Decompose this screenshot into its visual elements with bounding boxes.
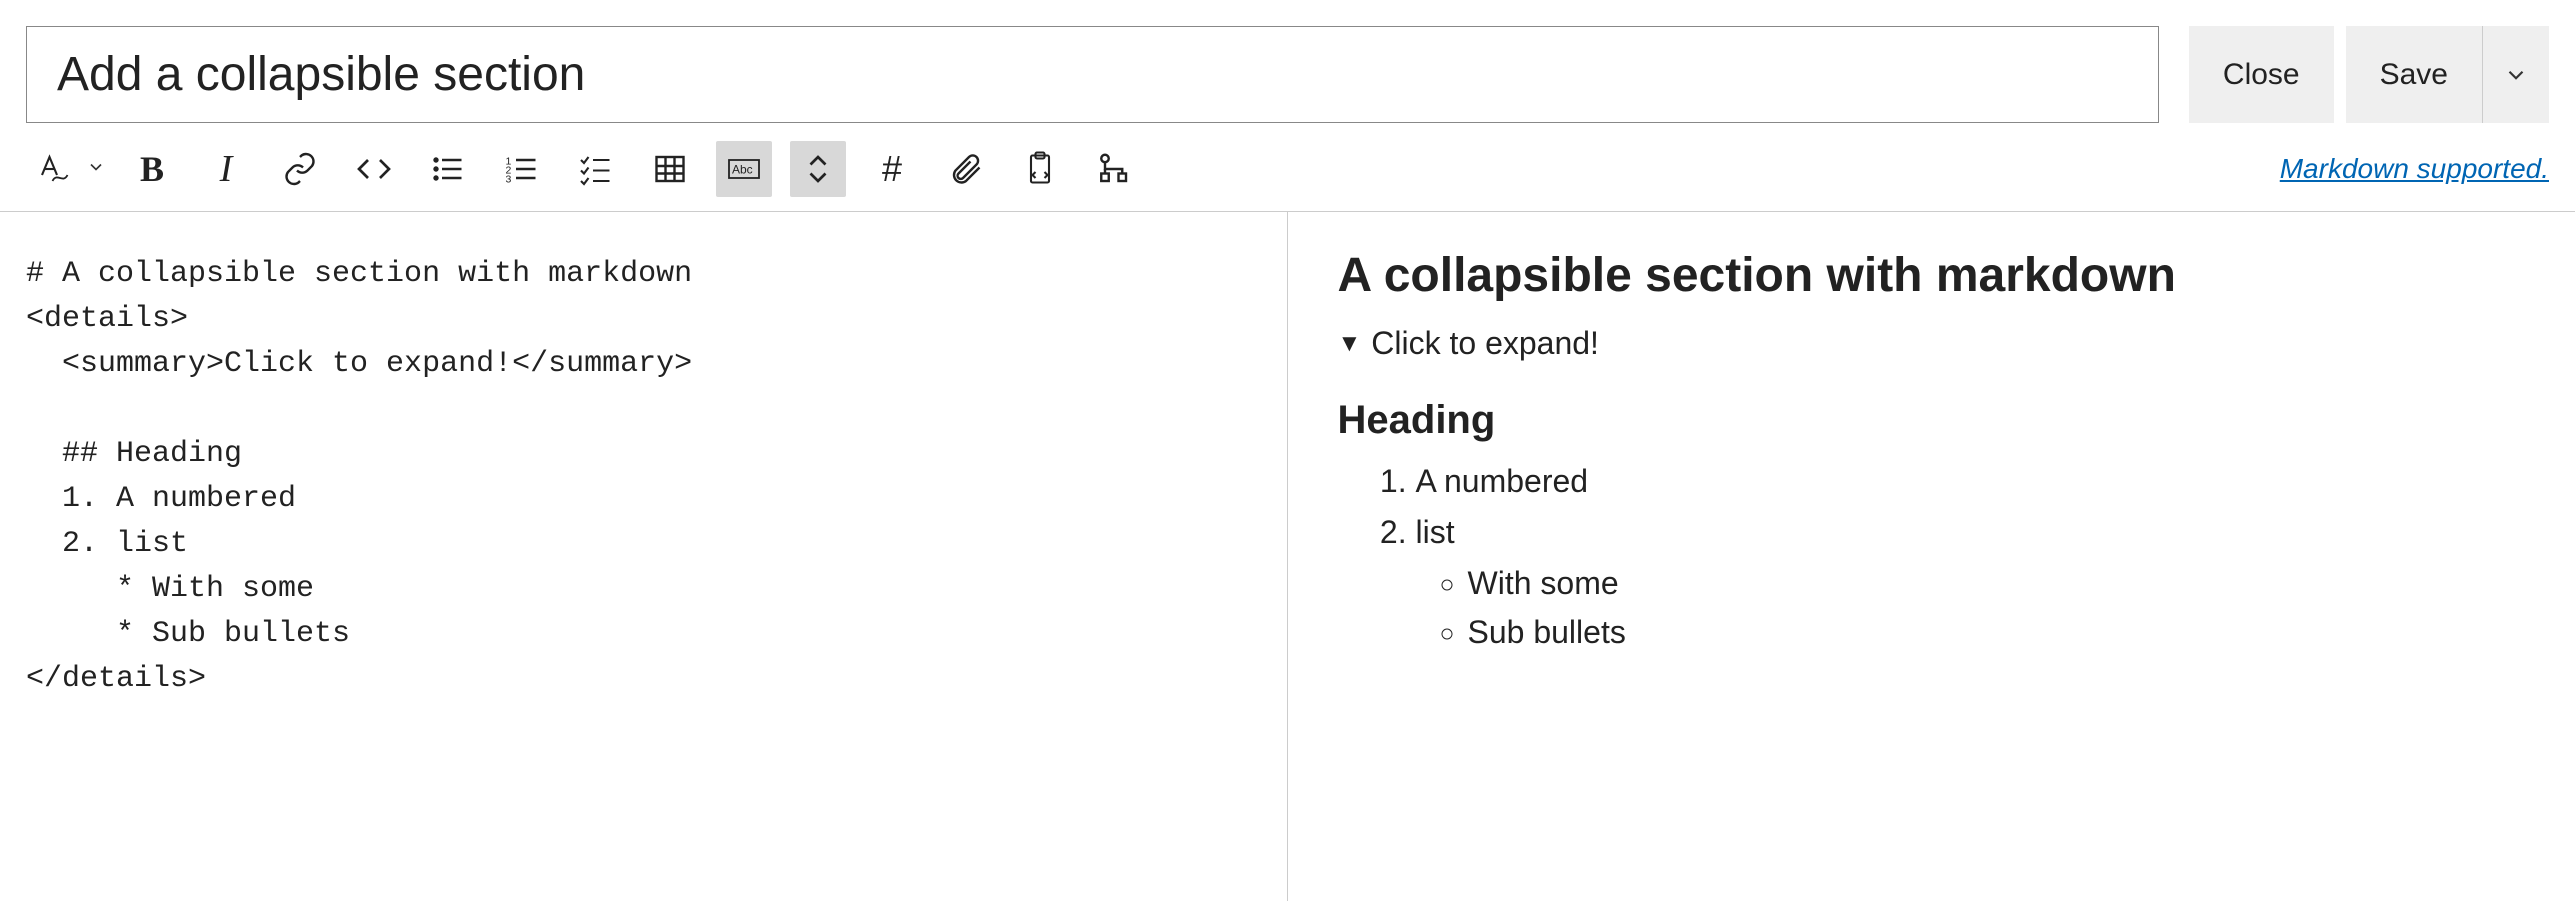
preview-pane: A collapsible section with markdown ▼ Cl… [1288,212,2550,901]
bullet-list-button[interactable] [420,141,476,197]
table-button[interactable] [642,141,698,197]
text-style-icon [36,151,72,187]
checklist-icon [578,151,614,187]
title-input[interactable] [26,26,2159,123]
list-item: A numbered [1416,463,2530,500]
chevron-down-icon [2503,62,2529,88]
yaml-pipeline-button[interactable] [1086,141,1142,197]
save-button[interactable]: Save [2346,26,2482,123]
markdown-editor[interactable]: # A collapsible section with markdown <d… [26,252,1267,702]
numbered-list-icon: 1 2 3 [504,151,540,187]
hash-icon: # [882,148,902,190]
formatting-toolbar: B I 1 2 3 [26,141,1142,197]
chevron-down-icon [86,157,106,177]
attachment-button[interactable] [938,141,994,197]
numbered-list-button[interactable]: 1 2 3 [494,141,550,197]
text-style-dropdown[interactable] [86,157,106,182]
triangle-down-icon: ▼ [1338,330,1362,358]
link-button[interactable] [272,141,328,197]
code-button[interactable] [346,141,402,197]
link-icon [282,151,318,187]
clipboard-code-button[interactable] [1012,141,1068,197]
close-button[interactable]: Close [2189,26,2334,123]
svg-text:Abc: Abc [732,163,753,177]
italic-button[interactable]: I [198,141,254,197]
list-item: With some [1468,565,2530,602]
abc-icon: Abc [726,151,762,187]
hierarchy-icon [1096,151,1132,187]
abc-highlight-button[interactable]: Abc [716,141,772,197]
preview-heading: Heading [1338,398,2530,443]
bullet-list-icon [430,151,466,187]
collapsible-summary[interactable]: ▼ Click to expand! [1338,325,2530,362]
checklist-button[interactable] [568,141,624,197]
clipboard-code-icon [1022,151,1058,187]
editor-pane[interactable]: # A collapsible section with markdown <d… [26,212,1288,901]
markdown-supported-link[interactable]: Markdown supported. [2280,153,2549,185]
mention-button[interactable]: # [864,141,920,197]
bold-icon: B [140,148,164,190]
table-icon [652,151,688,187]
code-icon [356,151,392,187]
preview-sub-list: With some Sub bullets [1416,565,2530,651]
preview-title: A collapsible section with markdown [1338,248,2530,303]
text-style-button[interactable] [26,141,82,197]
list-item-text: list [1416,514,1455,550]
svg-text:3: 3 [506,174,512,186]
preview-ordered-list: A numbered list With some Sub bullets [1338,463,2530,651]
expand-collapse-icon [800,151,836,187]
italic-icon: I [220,147,233,191]
summary-text: Click to expand! [1371,325,1599,362]
bold-button[interactable]: B [124,141,180,197]
list-item: list With some Sub bullets [1416,514,2530,651]
collapsible-section-button[interactable] [790,141,846,197]
paperclip-icon [948,151,984,187]
list-item: Sub bullets [1468,614,2530,651]
save-dropdown-button[interactable] [2482,26,2549,123]
